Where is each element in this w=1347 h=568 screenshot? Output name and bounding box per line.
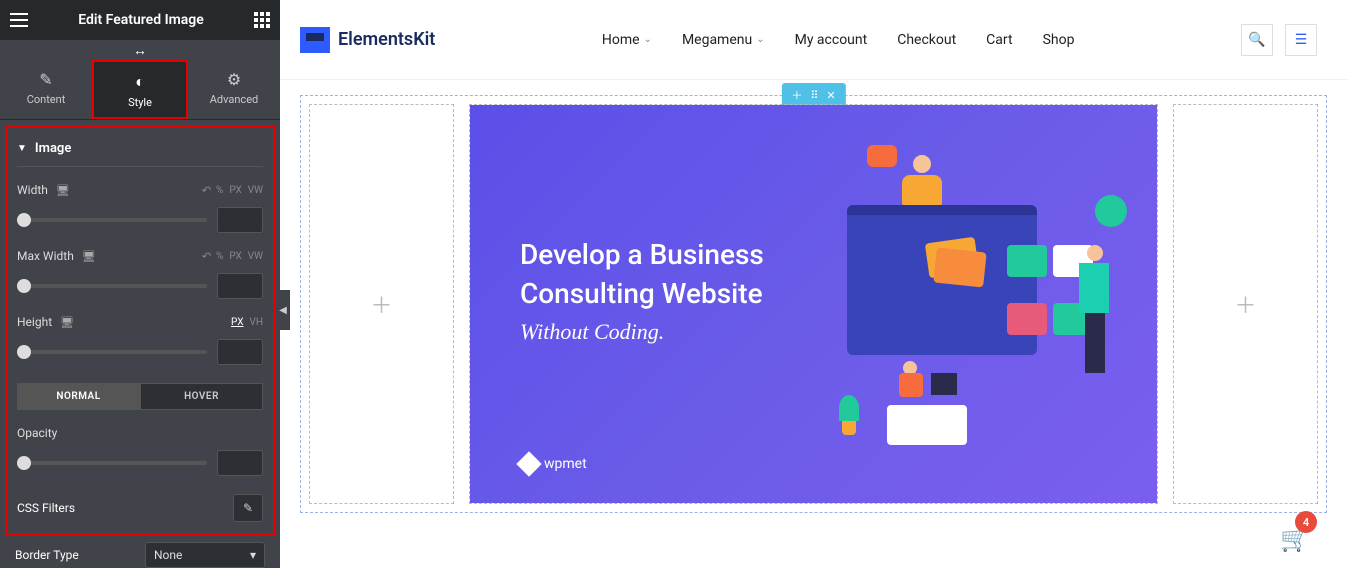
style-icon: ◐ <box>94 72 186 92</box>
state-tab-normal[interactable]: NORMAL <box>17 383 140 410</box>
desktop-icon[interactable]: 🖥 <box>56 184 70 197</box>
height-slider[interactable] <box>17 350 207 354</box>
nav-cart-label: Cart <box>986 32 1012 48</box>
pencil-icon: ✎ <box>0 70 92 89</box>
search-icon: 🔍 <box>1248 32 1265 48</box>
unit-px[interactable]: PX <box>231 317 243 328</box>
chevron-down-icon: ⌄ <box>756 34 764 45</box>
unit-percent[interactable]: % <box>216 185 223 196</box>
add-widget-icon[interactable]: ＋ <box>370 288 392 320</box>
hamburger-menu-icon[interactable] <box>10 13 28 27</box>
chevron-down-icon: ⌄ <box>644 34 652 45</box>
maxwidth-slider[interactable] <box>17 284 207 288</box>
tab-style-label: Style <box>128 96 152 109</box>
nav-shop[interactable]: Shop <box>1043 32 1075 48</box>
unit-px[interactable]: PX <box>229 251 241 262</box>
nav-shop-label: Shop <box>1043 32 1075 48</box>
column-center[interactable]: ▦ ✎ Develop a BusinessConsulting Website… <box>469 104 1158 504</box>
tab-content[interactable]: ✎ Content <box>0 60 92 119</box>
brand-text: wpmet <box>544 456 587 472</box>
border-type-value: None <box>154 548 182 562</box>
unit-px[interactable]: PX <box>229 185 241 196</box>
opacity-slider[interactable] <box>17 461 207 465</box>
logo-mark-icon <box>300 27 330 53</box>
add-widget-icon[interactable]: ＋ <box>1234 288 1256 320</box>
height-label: Height <box>17 315 52 329</box>
nav-checkout[interactable]: Checkout <box>897 32 956 48</box>
maxwidth-label: Max Width <box>17 249 74 263</box>
section-add-icon[interactable]: ＋ <box>791 87 802 103</box>
gear-icon: ⚙ <box>188 70 280 89</box>
menu-button[interactable]: ☰ <box>1285 24 1317 56</box>
filters-edit-button[interactable]: ✎ <box>233 494 263 522</box>
unit-vh[interactable]: VH <box>249 317 263 328</box>
reset-icon[interactable]: ↶ <box>201 250 210 263</box>
feature-heading: Develop a BusinessConsulting Website <box>520 235 764 313</box>
nav-account-label: My account <box>795 32 868 48</box>
height-input[interactable] <box>217 339 263 365</box>
width-slider[interactable] <box>17 218 207 222</box>
border-type-select[interactable]: None ▾ <box>145 542 265 568</box>
site-logo[interactable]: ElementsKit <box>300 27 435 53</box>
resize-indicator-icon: ↔ <box>0 40 280 60</box>
nav-home-label: Home <box>602 32 640 48</box>
unit-vw[interactable]: VW <box>248 251 263 262</box>
nav-megamenu[interactable]: Megamenu ⌄ <box>682 32 765 48</box>
section-close-icon[interactable]: ✕ <box>826 89 835 102</box>
unit-percent[interactable]: % <box>216 251 223 262</box>
section-title: Image <box>35 141 71 156</box>
logo-text: ElementsKit <box>338 29 435 50</box>
border-type-label: Border Type <box>15 548 79 562</box>
feature-subheading: Without Coding. <box>520 319 764 345</box>
nav-home[interactable]: Home ⌄ <box>602 32 652 48</box>
widgets-grid-icon[interactable] <box>254 12 270 28</box>
brand-badge: wpmet <box>520 455 587 473</box>
column-right[interactable]: ＋ <box>1173 104 1318 504</box>
filters-label: CSS Filters <box>17 501 75 515</box>
state-tab-hover[interactable]: HOVER <box>140 383 263 410</box>
reset-icon[interactable]: ↶ <box>201 184 210 197</box>
opacity-input[interactable] <box>217 450 263 476</box>
cart-count-badge: 4 <box>1295 511 1317 533</box>
width-input[interactable] <box>217 207 263 233</box>
nav-cart[interactable]: Cart <box>986 32 1012 48</box>
section-toggle-image[interactable]: ▼ Image <box>17 135 263 167</box>
tab-content-label: Content <box>27 93 66 106</box>
width-label: Width <box>17 183 48 197</box>
desktop-icon[interactable]: 🖥 <box>82 250 96 263</box>
column-left[interactable]: ＋ <box>309 104 454 504</box>
chevron-down-icon: ▾ <box>250 548 256 562</box>
maxwidth-input[interactable] <box>217 273 263 299</box>
tab-advanced-label: Advanced <box>210 93 258 106</box>
nav-megamenu-label: Megamenu <box>682 32 752 48</box>
nav-account[interactable]: My account <box>795 32 868 48</box>
nav-checkout-label: Checkout <box>897 32 956 48</box>
pencil-icon: ✎ <box>243 501 253 515</box>
panel-collapse-toggle[interactable]: ◀ <box>276 290 290 330</box>
illustration <box>787 145 1127 455</box>
caret-down-icon: ▼ <box>17 143 27 154</box>
menu-icon: ☰ <box>1295 32 1308 48</box>
unit-vw[interactable]: VW <box>248 185 263 196</box>
tab-style[interactable]: ◐ Style <box>92 60 188 119</box>
wpmet-icon <box>516 451 541 476</box>
search-button[interactable]: 🔍 <box>1241 24 1273 56</box>
tab-advanced[interactable]: ⚙ Advanced <box>188 60 280 119</box>
desktop-icon[interactable]: 🖥 <box>60 316 74 329</box>
opacity-label: Opacity <box>17 426 57 440</box>
section-drag-icon[interactable]: ⠿ <box>810 89 818 102</box>
featured-image[interactable]: Develop a BusinessConsulting Website Wit… <box>470 105 1157 503</box>
panel-title: Edit Featured Image <box>78 12 204 28</box>
